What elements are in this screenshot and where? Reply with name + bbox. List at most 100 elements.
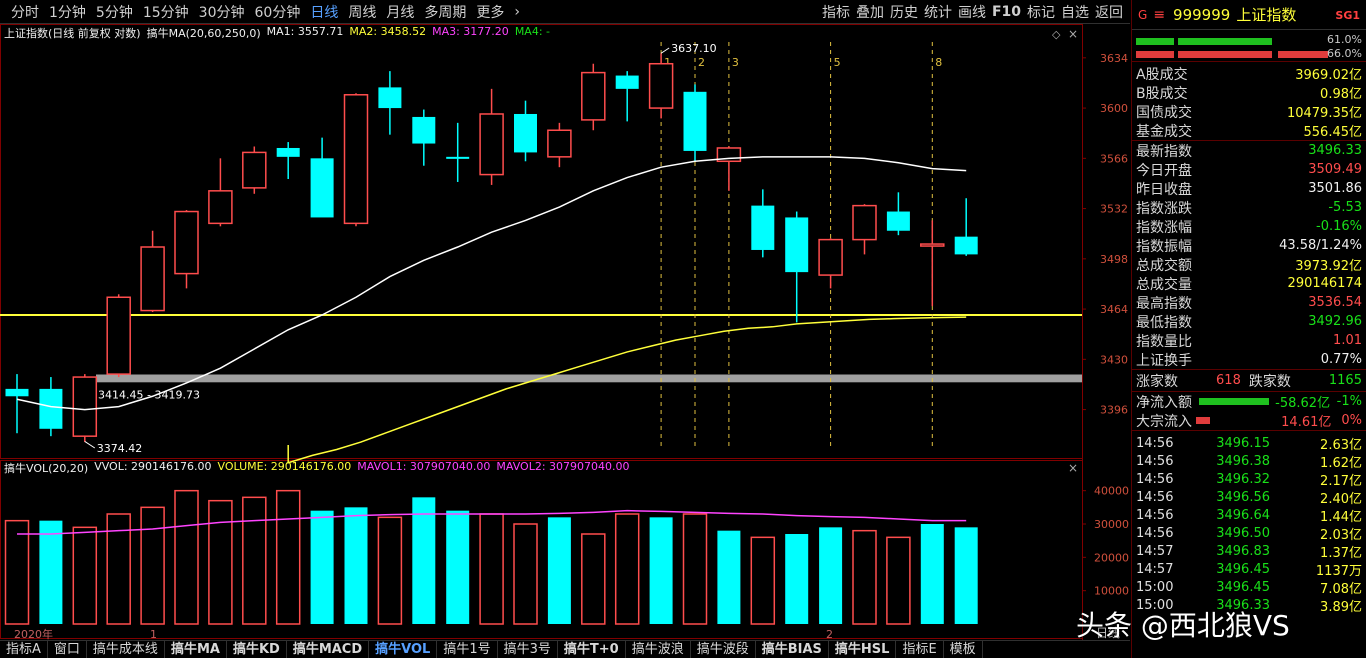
tick-row: 14:56 3496.56 2.40亿 <box>1132 488 1366 507</box>
volume-bar <box>954 527 978 624</box>
indicator-tab-3[interactable]: 搞牛MA <box>165 640 227 658</box>
indicator-tab-10[interactable]: 搞牛波浪 <box>626 640 691 658</box>
volume-bar <box>72 526 98 625</box>
tool-1[interactable]: 叠加 <box>853 2 887 22</box>
block-bar <box>1196 417 1210 424</box>
indicator-tab-11[interactable]: 搞牛波段 <box>691 640 756 658</box>
tool-6[interactable]: 标记 <box>1024 2 1058 22</box>
candle-body <box>581 71 606 121</box>
breadth-section: 涨家数 618 跌家数 1165 <box>1132 369 1366 391</box>
vol-close-icon: × <box>1068 461 1078 475</box>
period-0[interactable]: 分时 <box>6 2 44 22</box>
candle-body <box>242 151 267 189</box>
net-inflow-value: -58.62亿 <box>1275 396 1331 411</box>
security-name: 上证指数 <box>1236 6 1297 24</box>
group-icon[interactable]: G <box>1138 8 1147 22</box>
indicator-tab-13[interactable]: 搞牛HSL <box>829 640 897 658</box>
red-bar-b <box>1178 51 1272 58</box>
period-toolbar: 分时 1分钟 5分钟 15分钟 30分钟 60分钟 日线 周线 月线 多周期 更多 › 指标 叠加 历史统… <box>0 0 1130 24</box>
tool-8[interactable]: 返回 <box>1092 2 1126 22</box>
volume-bar <box>4 519 30 625</box>
volume-bar <box>785 534 809 624</box>
price-axis-label: 3600 <box>1100 102 1128 115</box>
x-axis-label-jan: 1 <box>150 628 157 640</box>
quote-row-3: 指数涨跌 -5.53 <box>1132 198 1366 217</box>
tick-amount: 1.62亿 <box>1320 456 1362 471</box>
candle-body <box>818 238 843 276</box>
tool-4[interactable]: 画线 <box>955 2 989 22</box>
tool-3[interactable]: 统计 <box>921 2 955 22</box>
volume-bar <box>682 513 708 625</box>
tick-amount: 2.17亿 <box>1320 474 1362 489</box>
indicator-tab-4[interactable]: 搞牛KD <box>227 640 287 658</box>
period-4[interactable]: 30分钟 <box>194 2 250 22</box>
indicator-tab-2[interactable]: 搞牛成本线 <box>87 640 165 658</box>
candle-body <box>446 156 470 159</box>
candle-body <box>547 129 572 158</box>
candle-body <box>479 113 504 176</box>
candle-body <box>920 243 945 247</box>
net-inflow-bar <box>1198 398 1269 405</box>
indicator-tab-0[interactable]: 指标A <box>0 640 48 658</box>
tick-price: 3496.64 <box>1216 508 1270 523</box>
volume-bar <box>852 529 877 625</box>
period-2[interactable]: 5分钟 <box>91 2 138 22</box>
indicator-tab-8[interactable]: 搞牛3号 <box>498 640 558 658</box>
tick-price: 3496.50 <box>1216 526 1270 541</box>
quote-label: 指数涨幅 <box>1136 219 1192 236</box>
period-7[interactable]: 周线 <box>343 2 381 22</box>
tick-row: 14:57 3496.45 1137万 <box>1132 560 1366 579</box>
volume-bar <box>649 517 673 624</box>
candle-body <box>343 94 369 225</box>
sg-badge[interactable]: SG1 <box>1335 9 1360 22</box>
marker-label: 5 <box>834 56 841 69</box>
low-marker: 3374.42 <box>97 442 143 455</box>
volume-ratio-bars: 61.0% 66.0% <box>1132 30 1366 62</box>
period-9[interactable]: 多周期 <box>419 2 471 22</box>
period-1[interactable]: 1分钟 <box>44 2 91 22</box>
quote-label: 最新指数 <box>1136 143 1192 160</box>
flow-section: 净流入额 -58.62亿 -1% 大宗流入 14.61亿 0% <box>1132 391 1366 430</box>
quote-row-1: 今日开盘 3509.49 <box>1132 160 1366 179</box>
indicator-tab-9[interactable]: 搞牛T+0 <box>558 640 626 658</box>
more-chevron-icon[interactable]: › <box>509 4 525 20</box>
tool-2[interactable]: 历史 <box>887 2 921 22</box>
indicator-tab-14[interactable]: 指标E <box>896 640 944 658</box>
tick-list[interactable]: 14:56 3496.15 2.63亿 14:56 3496.38 1.62亿 14:56 3… <box>1132 430 1366 615</box>
tick-amount: 2.40亿 <box>1320 492 1362 507</box>
indicator-tab-6[interactable]: 搞牛VOL <box>369 640 438 658</box>
tool-0[interactable]: 指标 <box>819 2 853 22</box>
menu-icon[interactable]: ≡ <box>1153 7 1165 23</box>
period-8[interactable]: 月线 <box>381 2 419 22</box>
quote-panel: G ≡ 999999 上证指数 SG1 61.0% 66.0% A股成交 3969… <box>1131 0 1366 658</box>
tick-time: 14:56 <box>1136 526 1174 541</box>
indicator-tab-15[interactable]: 模板 <box>944 640 983 658</box>
tick-price: 3496.15 <box>1216 436 1270 451</box>
fall-label: 跌家数 <box>1248 373 1291 390</box>
quote-row-0: 最新指数 3496.33 <box>1132 141 1366 160</box>
volume-bar <box>920 524 944 624</box>
tick-time: 14:56 <box>1136 436 1174 451</box>
quote-label: 指数涨跌 <box>1136 200 1192 217</box>
quote-label: 指数振幅 <box>1136 238 1192 255</box>
tick-price: 3496.45 <box>1216 580 1270 595</box>
tool-7[interactable]: 自选 <box>1058 2 1092 22</box>
tick-time: 14:56 <box>1136 472 1174 487</box>
volume-bar <box>513 523 538 625</box>
period-5[interactable]: 60分钟 <box>250 2 306 22</box>
indicator-tab-7[interactable]: 搞牛1号 <box>437 640 498 658</box>
panel-header: G ≡ 999999 上证指数 SG1 <box>1132 0 1366 30</box>
period-6[interactable]: 日线 <box>305 2 343 22</box>
period-3[interactable]: 15分钟 <box>138 2 194 22</box>
stat-value: 0.98亿 <box>1320 87 1362 102</box>
period-10[interactable]: 更多 <box>471 2 509 22</box>
volume-bar <box>208 499 233 625</box>
indicator-tab-12[interactable]: 搞牛BIAS <box>756 640 829 658</box>
indicator-tab-5[interactable]: 搞牛MACD <box>287 640 370 658</box>
quote-row-9: 最低指数 3492.96 <box>1132 312 1366 331</box>
kline-chart[interactable]: 3634 3600 3566 3532 3498 3464 3430 3396 3414.45 … <box>0 24 1130 640</box>
indicator-tab-1[interactable]: 窗口 <box>48 640 87 658</box>
tool-5[interactable]: F10 <box>989 4 1024 20</box>
tick-time: 14:56 <box>1136 508 1174 523</box>
indicator-tabbar: 指标A 窗口 搞牛成本线 搞牛MA 搞牛KD 搞牛MACD 搞牛VOL 搞牛1号 搞牛3号 搞牛T… <box>0 640 1130 658</box>
